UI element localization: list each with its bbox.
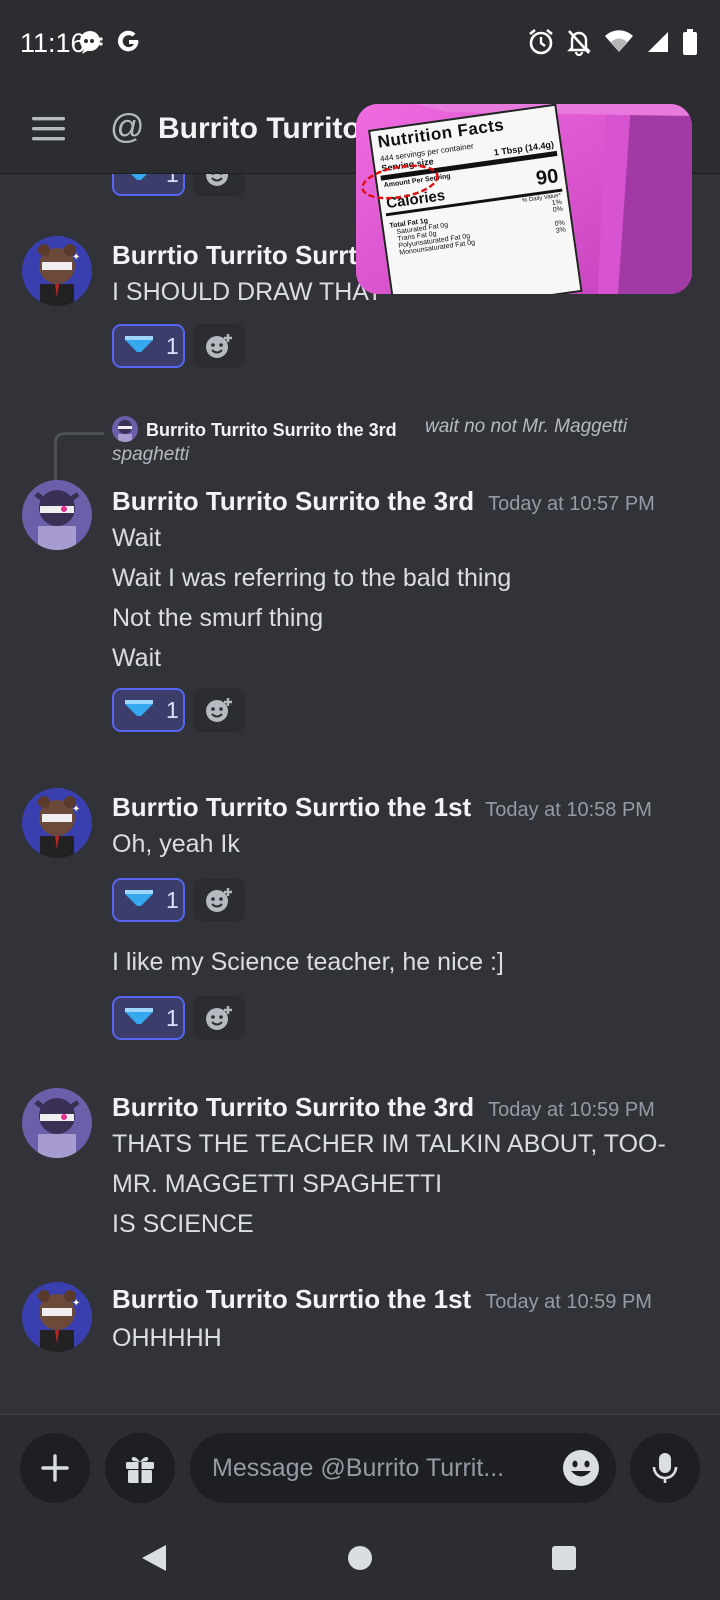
message-author[interactable]: Burrito Turrito Surrito the 3rd Today at … <box>112 1092 655 1123</box>
add-reaction-icon <box>206 1006 232 1030</box>
home-circle-icon <box>348 1546 372 1570</box>
message-text: I SHOULD DRAW THAT <box>112 278 383 306</box>
message-text: IS SCIENCE <box>112 1210 254 1238</box>
at-sign-icon: @ <box>110 108 145 146</box>
wifi-icon <box>604 30 634 59</box>
reaction-pill[interactable]: 1 <box>112 324 185 368</box>
svg-text:✦: ✦ <box>72 252 80 263</box>
reaction-pill[interactable]: 1 <box>112 878 185 922</box>
message-text: Oh, yeah Ik <box>112 830 240 858</box>
reply-author[interactable]: Burrito Turrito Surrito the 3rd <box>146 420 397 441</box>
message-author[interactable]: Burrtio Turrito Surrtio the 1st Today at … <box>112 792 652 823</box>
add-reaction-button[interactable] <box>193 996 245 1040</box>
underwear-emoji-icon <box>124 699 154 722</box>
status-time: 11:16 <box>20 28 86 58</box>
chat-bubble-icon <box>78 29 104 60</box>
alarm-icon <box>528 28 554 61</box>
underwear-emoji-icon <box>124 889 154 912</box>
gift-icon <box>126 1456 154 1483</box>
message-list[interactable]: 1 ✦ Burrtio Turrito Surrtio the 1st I SH… <box>0 174 720 1414</box>
add-attachment-button[interactable] <box>20 1433 90 1503</box>
underwear-emoji-icon <box>124 1007 154 1030</box>
message-input[interactable] <box>212 1433 552 1503</box>
reaction-count: 1 <box>166 886 179 913</box>
message-text: Not the smurf thing <box>112 604 324 632</box>
google-g-icon <box>116 29 142 60</box>
message-timestamp: Today at 10:59 PM <box>485 1291 652 1313</box>
home-button[interactable] <box>340 1538 380 1578</box>
message-text: THATS THE TEACHER IM TALKIN ABOUT, TOO- <box>112 1130 666 1158</box>
status-bar: 11:16 <box>0 0 720 88</box>
add-reaction-icon <box>206 698 232 722</box>
svg-text:✦: ✦ <box>72 1298 80 1309</box>
reaction-count: 1 <box>166 696 179 723</box>
notifications-off-icon <box>566 28 592 61</box>
message-text: Wait <box>112 524 162 552</box>
message-timestamp: Today at 10:59 PM <box>488 1099 655 1121</box>
microphone-icon <box>652 1453 678 1483</box>
avatar[interactable] <box>22 1088 92 1158</box>
recents-button[interactable] <box>544 1538 584 1578</box>
gift-button[interactable] <box>105 1433 175 1503</box>
back-triangle-icon <box>142 1545 166 1571</box>
avatar[interactable]: ✦ <box>22 236 92 306</box>
message-composer <box>0 1414 720 1516</box>
message-timestamp: Today at 10:57 PM <box>488 493 655 515</box>
add-reaction-icon <box>206 334 232 358</box>
plus-icon <box>41 1454 69 1482</box>
message-text: OHHHHH <box>112 1324 222 1352</box>
system-nav-bar <box>0 1516 720 1600</box>
emoji-picker-icon[interactable] <box>562 1449 600 1487</box>
channel-title[interactable]: Burrito Turrito <box>158 112 361 146</box>
message-author[interactable]: Burrtio Turrito Surrtio the 1st Today at … <box>112 1284 652 1315</box>
reaction-pill[interactable]: 1 <box>112 174 185 196</box>
svg-text:✦: ✦ <box>72 804 80 815</box>
message-text: Wait <box>112 644 162 672</box>
add-reaction-button[interactable] <box>193 688 245 732</box>
recents-square-icon <box>552 1546 576 1570</box>
add-reaction-button[interactable] <box>193 174 245 196</box>
avatar[interactable] <box>22 480 92 550</box>
reply-avatar[interactable] <box>112 416 138 442</box>
message-author[interactable]: Burrito Turrito Surrito the 3rd Today at … <box>112 486 655 517</box>
reaction-count: 1 <box>166 332 179 359</box>
back-button[interactable] <box>134 1538 174 1578</box>
message-text: MR. MAGGETTI SPAGHETTI <box>112 1170 443 1198</box>
message-text: Wait I was referring to the bald thing <box>112 564 512 592</box>
add-reaction-button[interactable] <box>193 324 245 368</box>
add-reaction-icon <box>206 888 232 912</box>
reply-preview-text-continued[interactable]: spaghetti <box>112 444 189 466</box>
signal-icon <box>646 30 670 59</box>
message-text: I like my Science teacher, he nice :] <box>112 948 504 976</box>
reaction-count: 1 <box>166 1004 179 1031</box>
message-input-container[interactable] <box>190 1433 616 1503</box>
reply-preview-text[interactable]: wait no not Mr. Maggetti <box>425 416 627 438</box>
hamburger-menu-icon[interactable] <box>32 114 68 144</box>
add-reaction-button[interactable] <box>193 878 245 922</box>
reply-connector <box>54 432 104 484</box>
reaction-count: 1 <box>166 174 179 188</box>
avatar[interactable]: ✦ <box>22 788 92 858</box>
avatar[interactable]: ✦ <box>22 1282 92 1352</box>
underwear-emoji-icon <box>124 335 154 358</box>
reaction-pill[interactable]: 1 <box>112 996 185 1040</box>
video-pip-overlay[interactable]: Nutrition Facts 444 servings per contain… <box>356 104 692 294</box>
highlight-ellipse <box>361 164 439 200</box>
add-reaction-icon <box>206 174 228 186</box>
underwear-emoji-icon <box>124 174 154 186</box>
reaction-pill[interactable]: 1 <box>112 688 185 732</box>
battery-icon <box>682 28 698 61</box>
voice-message-button[interactable] <box>630 1433 700 1503</box>
message-timestamp: Today at 10:58 PM <box>485 799 652 821</box>
